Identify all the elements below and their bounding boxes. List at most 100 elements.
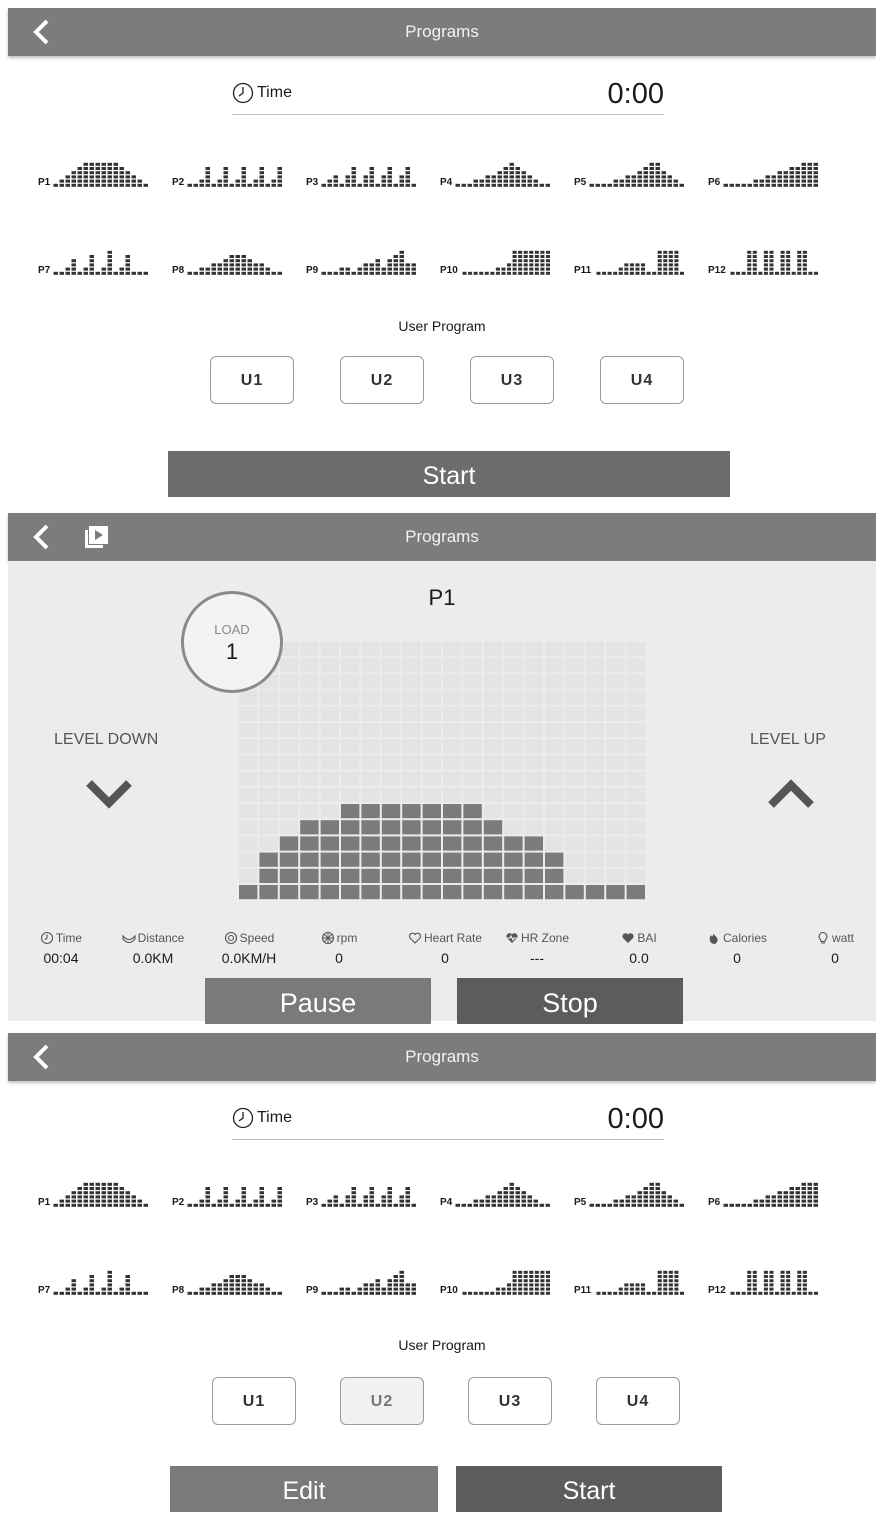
stat-label: HR Zone bbox=[492, 931, 582, 945]
profile-grid-cell bbox=[483, 642, 503, 657]
profile-grid-cell bbox=[626, 787, 645, 802]
program-p9-button[interactable]: P9 bbox=[306, 236, 416, 276]
time-row: Time 0:00 bbox=[232, 78, 664, 115]
profile-grid-cell bbox=[259, 787, 278, 802]
program-label: P7 bbox=[38, 265, 51, 276]
stats-bar: Time 00:04 Distance 0.0KM Speed 0.0KM/H rpm 0 He… bbox=[8, 931, 876, 971]
profile-grid-cell bbox=[402, 642, 421, 657]
profile-bar-cell bbox=[422, 836, 441, 851]
profile-bar-cell bbox=[279, 836, 299, 851]
profile-grid-cell bbox=[504, 771, 523, 786]
profile-grid-cell bbox=[259, 706, 278, 721]
level-down-label: LEVEL DOWN bbox=[54, 731, 159, 748]
program-p9-button[interactable]: P9 bbox=[306, 1256, 416, 1296]
profile-grid-cell bbox=[504, 787, 523, 802]
profile-grid-cell bbox=[626, 804, 645, 819]
user-program-u3-button[interactable]: U3 bbox=[470, 356, 554, 404]
profile-grid-cell bbox=[443, 658, 462, 673]
profile-bar-cell bbox=[504, 868, 523, 883]
start-button[interactable]: Start bbox=[456, 1466, 722, 1512]
stat-label: watt bbox=[790, 931, 876, 945]
profile-grid-cell bbox=[239, 723, 258, 738]
profile-grid-cell bbox=[381, 739, 401, 754]
program-p5-button[interactable]: P5 bbox=[574, 148, 684, 188]
user-program-u1-button[interactable]: U1 bbox=[212, 1377, 296, 1425]
profile-grid-cell bbox=[279, 739, 299, 754]
profile-grid-cell bbox=[239, 755, 258, 770]
user-program-u4-button[interactable]: U4 bbox=[600, 356, 684, 404]
program-p11-button[interactable]: P11 bbox=[574, 1256, 684, 1296]
program-p3-button[interactable]: P3 bbox=[306, 1168, 416, 1208]
level-down-chevron-icon[interactable] bbox=[84, 777, 134, 811]
program-p2-button[interactable]: P2 bbox=[172, 1168, 282, 1208]
program-profile-icon bbox=[53, 162, 148, 187]
program-label: P4 bbox=[440, 177, 453, 188]
profile-bar-cell bbox=[422, 804, 441, 819]
profile-grid-cell bbox=[463, 674, 482, 689]
pause-button[interactable]: Pause bbox=[205, 978, 431, 1024]
profile-bar-cell bbox=[443, 836, 462, 851]
program-p4-button[interactable]: P4 bbox=[440, 1168, 550, 1208]
program-p10-button[interactable]: P10 bbox=[440, 1256, 550, 1296]
time-value: 0:00 bbox=[607, 1103, 664, 1135]
profile-grid-cell bbox=[279, 706, 299, 721]
profile-grid-cell bbox=[402, 674, 421, 689]
program-profile-icon bbox=[321, 167, 416, 187]
profile-grid-cell bbox=[381, 771, 401, 786]
profile-grid-cell bbox=[545, 771, 564, 786]
program-p5-button[interactable]: P5 bbox=[574, 1168, 684, 1208]
profile-grid-cell bbox=[524, 771, 543, 786]
profile-bar-cell bbox=[463, 868, 482, 883]
user-program-u2-button[interactable]: U2 bbox=[340, 1377, 424, 1425]
edit-button[interactable]: Edit bbox=[170, 1466, 438, 1512]
program-p4-button[interactable]: P4 bbox=[440, 148, 550, 188]
profile-bar-cell bbox=[300, 885, 319, 900]
program-p6-button[interactable]: P6 bbox=[708, 148, 818, 188]
profile-grid-cell bbox=[300, 706, 319, 721]
user-program-u1-button[interactable]: U1 bbox=[210, 356, 294, 404]
stat-value: 00:04 bbox=[43, 950, 79, 966]
profile-bar-cell bbox=[341, 868, 360, 883]
program-profile-icon bbox=[455, 162, 550, 187]
program-p12-button[interactable]: P12 bbox=[708, 1256, 818, 1296]
user-program-u3-button[interactable]: U3 bbox=[468, 1377, 552, 1425]
program-profile-icon bbox=[462, 1270, 550, 1295]
stop-button[interactable]: Stop bbox=[457, 978, 683, 1024]
stat-value: 0 bbox=[335, 950, 343, 966]
profile-bar-cell bbox=[504, 852, 523, 867]
profile-grid-cell bbox=[341, 755, 360, 770]
profile-bar-cell bbox=[565, 885, 584, 900]
program-p12-button[interactable]: P12 bbox=[708, 236, 818, 276]
profile-grid-cell bbox=[300, 658, 319, 673]
profile-grid-cell bbox=[524, 804, 543, 819]
program-p2-button[interactable]: P2 bbox=[172, 148, 282, 188]
user-program-u4-button[interactable]: U4 bbox=[596, 1377, 680, 1425]
program-p1-button[interactable]: P1 bbox=[38, 1168, 148, 1208]
level-up-chevron-icon[interactable] bbox=[766, 777, 816, 811]
profile-grid-cell bbox=[626, 755, 645, 770]
user-program-u2-button[interactable]: U2 bbox=[340, 356, 424, 404]
stat-rpm: rpm 0 bbox=[294, 931, 384, 966]
profile-bar-cell bbox=[300, 836, 319, 851]
profile-bar-cell bbox=[361, 804, 380, 819]
profile-grid-cell bbox=[402, 690, 421, 705]
program-p6-button[interactable]: P6 bbox=[708, 1168, 818, 1208]
profile-grid-cell bbox=[361, 771, 380, 786]
program-p1-button[interactable]: P1 bbox=[38, 148, 148, 188]
profile-grid-cell bbox=[259, 820, 278, 835]
profile-grid-cell bbox=[259, 755, 278, 770]
stat-watt: watt 0 bbox=[790, 931, 876, 966]
profile-grid-cell bbox=[626, 739, 645, 754]
program-p7-button[interactable]: P7 bbox=[38, 1256, 148, 1296]
program-p7-button[interactable]: P7 bbox=[38, 236, 148, 276]
profile-bar-cell bbox=[320, 885, 339, 900]
profile-bar-cell bbox=[381, 836, 401, 851]
program-p3-button[interactable]: P3 bbox=[306, 148, 416, 188]
program-p11-button[interactable]: P11 bbox=[574, 236, 684, 276]
program-p8-button[interactable]: P8 bbox=[172, 236, 282, 276]
program-p10-button[interactable]: P10 bbox=[440, 236, 550, 276]
start-button[interactable]: Start bbox=[168, 451, 730, 497]
program-p8-button[interactable]: P8 bbox=[172, 1256, 282, 1296]
profile-bar-cell bbox=[381, 804, 401, 819]
profile-bar-cell bbox=[259, 868, 278, 883]
